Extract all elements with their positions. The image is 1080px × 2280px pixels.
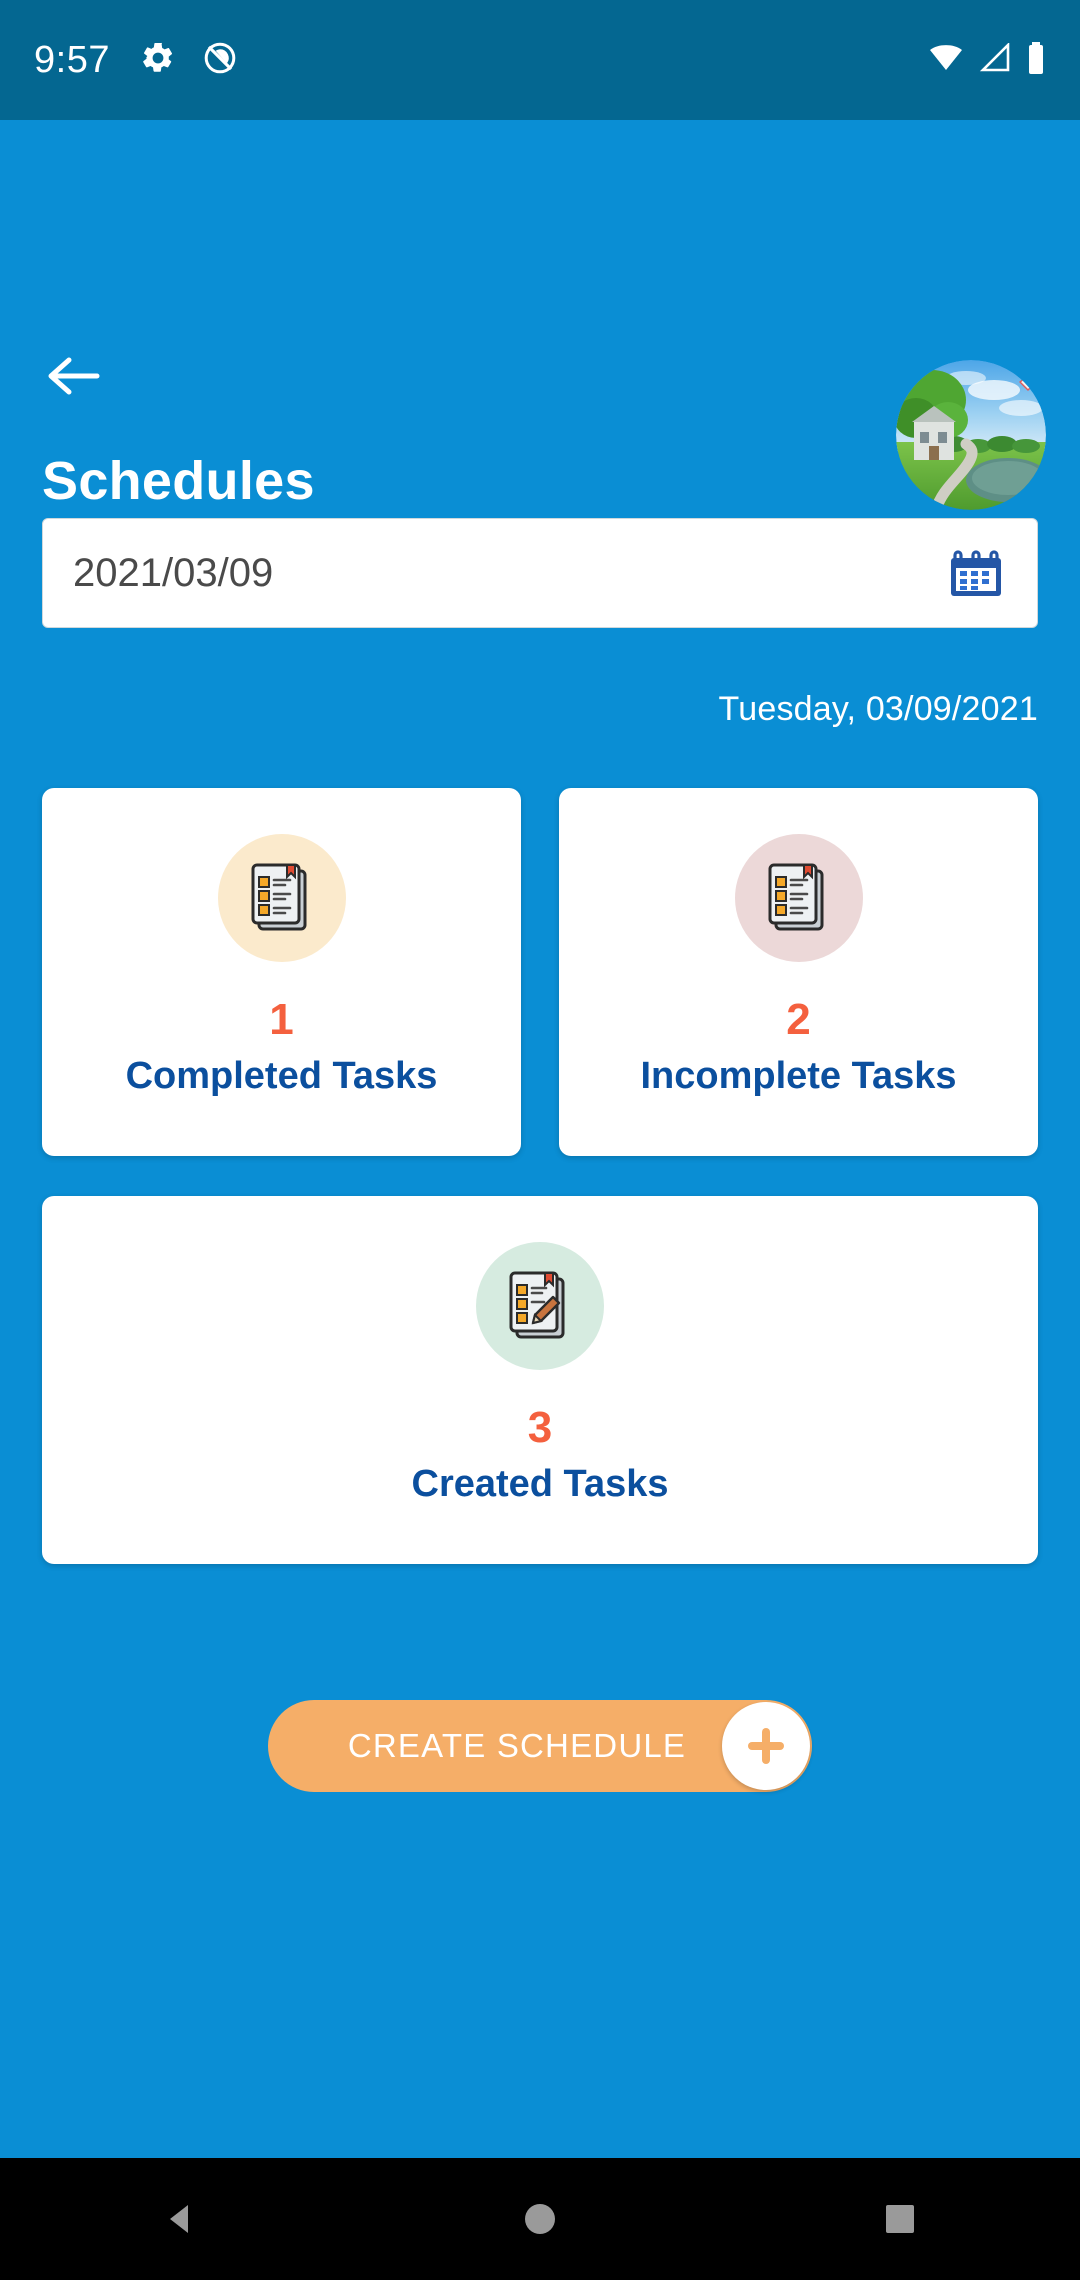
card-label: Created Tasks xyxy=(411,1463,669,1505)
wifi-icon xyxy=(928,43,964,78)
app-header: Schedules xyxy=(0,120,1080,511)
plus-icon xyxy=(748,1728,784,1764)
system-navigation-bar xyxy=(0,2158,1080,2280)
profile-avatar-landscape-image xyxy=(896,360,1046,510)
recents-square-icon xyxy=(886,2205,914,2233)
card-count: 2 xyxy=(786,995,811,1044)
back-button[interactable] xyxy=(42,348,104,404)
created-tasks-pencil-document-icon xyxy=(476,1242,604,1370)
card-created-tasks[interactable]: 3 Created Tasks xyxy=(42,1196,1038,1564)
incomplete-tasks-document-icon xyxy=(734,834,863,962)
calendar-icon[interactable] xyxy=(945,544,1007,602)
nav-back-button[interactable] xyxy=(120,2179,240,2259)
battery-icon xyxy=(1026,41,1046,79)
completed-tasks-checklist-icon xyxy=(217,834,346,962)
selected-day-label: Tuesday, 03/09/2021 xyxy=(718,690,1038,728)
back-arrow-icon xyxy=(48,357,100,395)
create-schedule-label: CREATE SCHEDULE xyxy=(347,1727,687,1764)
do-not-disturb-icon xyxy=(202,40,238,81)
status-bar: 9:57 xyxy=(0,0,1080,120)
settings-gear-icon xyxy=(140,40,176,81)
card-label: Incomplete Tasks xyxy=(640,1055,957,1097)
back-triangle-icon xyxy=(170,2205,188,2233)
screen-schedules: 9:57 Schedules 2021/03/09 Tuesday, 03/09… xyxy=(0,0,1080,2280)
cellular-signal-icon xyxy=(978,41,1012,78)
card-incomplete-tasks[interactable]: 2 Incomplete Tasks xyxy=(559,788,1038,1156)
card-label: Completed Tasks xyxy=(125,1055,438,1097)
date-input-field[interactable]: 2021/03/09 xyxy=(42,518,1038,628)
add-schedule-fab[interactable] xyxy=(722,1702,810,1790)
nav-recents-button[interactable] xyxy=(840,2179,960,2259)
card-count: 3 xyxy=(527,1403,553,1452)
home-circle-icon xyxy=(525,2204,555,2234)
card-completed-tasks[interactable]: 1 Completed Tasks xyxy=(42,788,521,1156)
nav-home-button[interactable] xyxy=(480,2179,600,2259)
create-schedule-button[interactable]: CREATE SCHEDULE xyxy=(268,1700,812,1792)
stats-card-row: 1 Completed Tasks 2 Incomplete Tasks xyxy=(42,788,1038,1156)
card-count: 1 xyxy=(269,995,294,1044)
avatar[interactable] xyxy=(896,360,1046,510)
date-input-value: 2021/03/09 xyxy=(73,550,274,595)
status-bar-clock: 9:57 xyxy=(34,38,110,81)
page-title: Schedules xyxy=(42,451,315,511)
